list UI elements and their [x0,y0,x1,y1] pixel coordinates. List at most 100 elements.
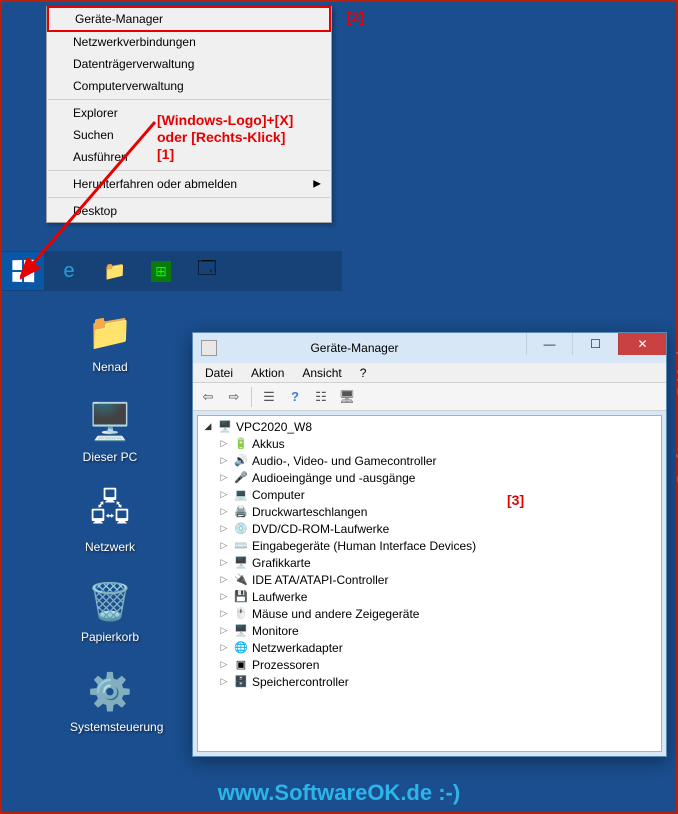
taskbar-explorer[interactable]: 📁 [94,252,136,290]
tree-expand-icon[interactable]: ▷ [218,659,230,670]
tree-node[interactable]: ▷💿DVD/CD-ROM-Laufwerke [198,520,661,537]
desktop-icon-dieser-pc[interactable]: 🖥️ Dieser PC [70,398,150,464]
tree-node[interactable]: ▷💻Computer [198,486,661,503]
tree-expand-icon[interactable]: ▷ [218,642,230,653]
tree-root[interactable]: ◢🖥️VPC2020_W8 [198,418,661,435]
menu-item-herunterfahren-oder-abmelden[interactable]: Herunterfahren oder abmelden▶ [47,173,331,195]
toolbar-separator [251,387,252,407]
submenu-arrow-icon: ▶ [313,179,321,190]
tree-node-label: Speichercontroller [252,675,349,689]
ie-icon: e [63,260,74,283]
desktop-icon-papierkorb[interactable]: 🗑️Papierkorb [70,578,150,644]
maximize-button[interactable]: ☐ [572,333,618,355]
tree-node-label: Prozessoren [252,658,319,672]
tree-node[interactable]: ▷🖥️Monitore [198,622,661,639]
tree-expand-icon[interactable]: ▷ [218,574,230,585]
tree-expand-icon[interactable]: ▷ [218,540,230,551]
annotation-1: [Windows-Logo]+[X] oder [Rechts-Klick] [… [157,112,293,162]
tree-node[interactable]: ▷▣Prozessoren [198,656,661,673]
tree-expand-icon[interactable]: ▷ [218,472,230,483]
tree-expand-icon[interactable]: ▷ [218,438,230,449]
device-category-icon: 🗄️ [233,675,249,689]
menu-item-datentr-gerverwaltung[interactable]: Datenträgerverwaltung [47,53,331,75]
menu-ansicht[interactable]: Ansicht [294,364,349,382]
menu-separator [48,170,330,171]
forward-button[interactable]: ⇨ [223,386,245,408]
device-category-icon: 🔋 [233,437,249,451]
window-title: Geräte-Manager [223,341,526,355]
tree-expand-icon[interactable]: ▷ [218,523,230,534]
tree-node-label: IDE ATA/ATAPI-Controller [252,573,388,587]
tree-node-label: Audio-, Video- und Gamecontroller [252,454,437,468]
window-icon [201,340,217,356]
help-button[interactable]: ? [284,386,306,408]
folder-icon: 📁 [104,261,126,282]
taskbar-app[interactable]: 🗔 [186,252,228,290]
menu-aktion[interactable]: Aktion [243,364,292,382]
minimize-button[interactable]: — [526,333,572,355]
tree-node[interactable]: ▷🖱️Mäuse und andere Zeigegeräte [198,605,661,622]
menu-separator [48,99,330,100]
menu-[interactable]: ? [352,364,375,382]
tree-node[interactable]: ▷🔌IDE ATA/ATAPI-Controller [198,571,661,588]
back-button[interactable]: ⇦ [197,386,219,408]
start-button[interactable] [2,252,44,290]
tree-node-label: Akkus [252,437,285,451]
tree-node-label: Mäuse und andere Zeigegeräte [252,607,419,621]
taskbar-ie[interactable]: e [48,252,90,290]
tree-expand-icon[interactable]: ▷ [218,455,230,466]
windows-logo-icon [12,260,34,283]
systemsteuerung-icon: ⚙️ [86,668,134,716]
tree-root-label: VPC2020_W8 [236,420,312,434]
menu-item-ger-te-manager[interactable]: Geräte-Manager [47,6,331,32]
desktop-icon-label: Dieser PC [70,450,150,464]
device-category-icon: 🖥️ [233,624,249,638]
tree-node[interactable]: ▷🖨️Druckwarteschlangen [198,503,661,520]
device-category-icon: 🎤 [233,471,249,485]
scan-button[interactable]: 🖥 [336,386,358,408]
tree-node[interactable]: ▷🌐Netzwerkadapter [198,639,661,656]
device-category-icon: 💻 [233,488,249,502]
tree-node-label: Netzwerkadapter [252,641,343,655]
tree-expand-icon[interactable]: ▷ [218,489,230,500]
taskbar-store[interactable]: ⊞ [140,252,182,290]
tree-node[interactable]: ▷💾Laufwerke [198,588,661,605]
tree-node-label: Laufwerke [252,590,307,604]
tree-expand-icon[interactable]: ▷ [218,591,230,602]
view-button[interactable]: ☷ [310,386,332,408]
tree-node[interactable]: ▷🗄️Speichercontroller [198,673,661,690]
properties-button[interactable]: ☰ [258,386,280,408]
menu-item-desktop[interactable]: Desktop [47,200,331,222]
menubar: DateiAktionAnsicht? [193,363,666,383]
desktop-icon-systemsteuerung[interactable]: ⚙️Systemsteuerung [70,668,150,734]
tree-expand-icon[interactable]: ▷ [218,608,230,619]
desktop-icon-nenad[interactable]: 📁Nenad [70,308,150,374]
menu-datei[interactable]: Datei [197,364,241,382]
tree-node-label: Grafikkarte [252,556,311,570]
tree-node[interactable]: ▷🔊Audio-, Video- und Gamecontroller [198,452,661,469]
menu-item-netzwerkverbindungen[interactable]: Netzwerkverbindungen [47,31,331,53]
tree-node[interactable]: ▷🖥️Grafikkarte [198,554,661,571]
menu-item-computerverwaltung[interactable]: Computerverwaltung [47,75,331,97]
tree-node-label: Audioeingänge und -ausgänge [252,471,415,485]
tree-node[interactable]: ▷🎤Audioeingänge und -ausgänge [198,469,661,486]
tree-expand-icon[interactable]: ▷ [218,625,230,636]
dieser-pc-icon: 🖥️ [86,398,134,446]
tree-node-label: Druckwarteschlangen [252,505,367,519]
store-icon: ⊞ [151,261,171,282]
tree-expand-icon[interactable]: ▷ [218,557,230,568]
device-category-icon: 💾 [233,590,249,604]
tree-node[interactable]: ▷🔋Akkus [198,435,661,452]
annotation-1-line2: oder [Rechts-Klick] [157,129,293,146]
close-button[interactable]: ✕ [618,333,666,355]
tree-node-label: Computer [252,488,305,502]
titlebar[interactable]: Geräte-Manager — ☐ ✕ [193,333,666,363]
device-category-icon: 🔊 [233,454,249,468]
tree-expand-icon[interactable]: ▷ [218,506,230,517]
device-tree[interactable]: ◢🖥️VPC2020_W8▷🔋Akkus▷🔊Audio-, Video- und… [197,415,662,752]
tree-toggle-icon[interactable]: ◢ [202,421,214,432]
tree-node-label: Monitore [252,624,299,638]
desktop-icon-netzwerk[interactable]: 🖧Netzwerk [70,488,150,554]
tree-expand-icon[interactable]: ▷ [218,676,230,687]
tree-node[interactable]: ▷⌨️Eingabegeräte (Human Interface Device… [198,537,661,554]
